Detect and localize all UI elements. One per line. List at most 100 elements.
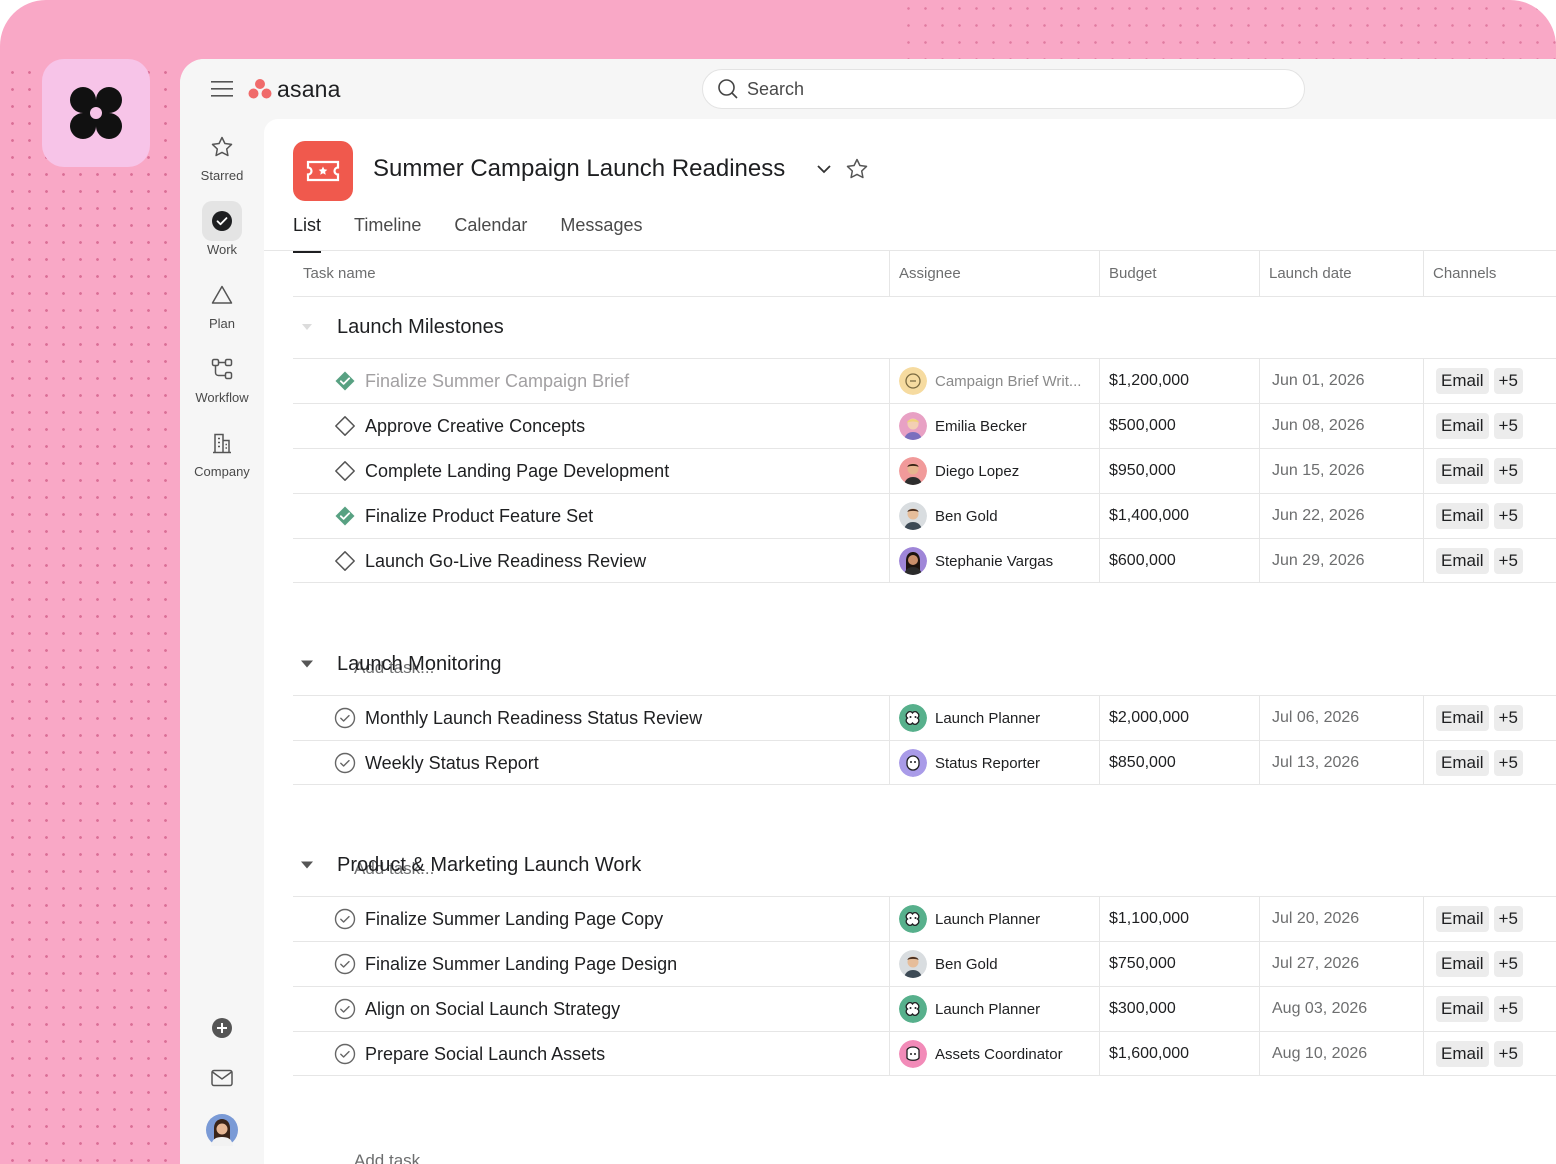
channel-chip[interactable]: Email xyxy=(1436,906,1489,932)
task-row[interactable]: Monthly Launch Readiness Status Review La… xyxy=(293,695,1556,740)
section-toggle[interactable] xyxy=(292,659,322,669)
budget-cell[interactable]: $1,100,000 xyxy=(1109,897,1259,941)
asana-logo[interactable]: asana xyxy=(248,75,341,103)
assignee-cell[interactable]: Stephanie Vargas xyxy=(899,539,1099,583)
budget-cell[interactable]: $1,600,000 xyxy=(1109,1032,1259,1076)
channel-more-chip[interactable]: +5 xyxy=(1493,750,1523,776)
user-avatar[interactable] xyxy=(202,1110,242,1150)
budget-cell[interactable]: $750,000 xyxy=(1109,942,1259,986)
channel-chip[interactable]: Email xyxy=(1436,1041,1489,1067)
channel-chip[interactable]: Email xyxy=(1436,368,1489,394)
task-row[interactable]: Launch Go-Live Readiness Review Stephanie… xyxy=(293,538,1556,583)
budget-cell[interactable]: $500,000 xyxy=(1109,404,1259,448)
channel-more-chip[interactable]: +5 xyxy=(1493,705,1523,731)
check-circle-icon[interactable] xyxy=(334,707,356,729)
task-cell[interactable]: Finalize Summer Landing Page Design xyxy=(334,942,889,986)
check-circle-icon[interactable] xyxy=(334,998,356,1020)
channels-cell[interactable]: Email +5 xyxy=(1436,359,1556,403)
task-cell[interactable]: Weekly Status Report xyxy=(334,741,889,785)
task-row[interactable]: Align on Social Launch Strategy Launch Pl… xyxy=(293,986,1556,1031)
milestone-complete-icon[interactable] xyxy=(334,370,356,392)
inbox-button[interactable] xyxy=(202,1058,242,1098)
budget-cell[interactable]: $1,200,000 xyxy=(1109,359,1259,403)
channel-more-chip[interactable]: +5 xyxy=(1493,548,1523,574)
tab-messages[interactable]: Messages xyxy=(560,215,642,251)
channels-cell[interactable]: Email +5 xyxy=(1436,942,1556,986)
launch-date-cell[interactable]: Jul 27, 2026 xyxy=(1272,942,1422,986)
assignee-cell[interactable]: Assets Coordinator xyxy=(899,1032,1099,1076)
task-row[interactable]: Finalize Summer Landing Page Copy Launch … xyxy=(293,896,1556,941)
chevron-down-icon[interactable] xyxy=(814,159,834,179)
task-row[interactable]: Finalize Product Feature Set Ben Gold $1,4… xyxy=(293,493,1556,538)
assignee-cell[interactable]: Launch Planner xyxy=(899,987,1099,1031)
task-name[interactable]: Prepare Social Launch Assets xyxy=(365,1044,605,1065)
launch-date-cell[interactable]: Jun 08, 2026 xyxy=(1272,404,1422,448)
assignee-cell[interactable]: Launch Planner xyxy=(899,897,1099,941)
tab-list[interactable]: List xyxy=(293,215,322,253)
channels-cell[interactable]: Email +5 xyxy=(1436,404,1556,448)
launch-date-cell[interactable]: Jul 13, 2026 xyxy=(1272,741,1422,785)
sidebar-item-work[interactable]: Work xyxy=(180,201,264,267)
section-header[interactable]: Product & Marketing Launch Work xyxy=(293,835,641,895)
budget-cell[interactable]: $950,000 xyxy=(1109,449,1259,493)
channels-cell[interactable]: Email +5 xyxy=(1436,897,1556,941)
assignee-cell[interactable]: Emilia Becker xyxy=(899,404,1099,448)
channels-cell[interactable]: Email +5 xyxy=(1436,539,1556,583)
task-name[interactable]: Approve Creative Concepts xyxy=(365,416,585,437)
check-circle-icon[interactable] xyxy=(334,908,356,930)
task-name[interactable]: Finalize Product Feature Set xyxy=(365,506,593,527)
milestone-diamond-icon[interactable] xyxy=(334,415,356,437)
task-row[interactable]: Prepare Social Launch Assets Assets Coord… xyxy=(293,1031,1556,1076)
channels-cell[interactable]: Email +5 xyxy=(1436,987,1556,1031)
channels-cell[interactable]: Email +5 xyxy=(1436,696,1556,740)
channel-chip[interactable]: Email xyxy=(1436,951,1489,977)
task-name[interactable]: Finalize Summer Landing Page Design xyxy=(365,954,677,975)
sidebar-item-plan[interactable]: Plan xyxy=(180,275,264,341)
assignee-cell[interactable]: Ben Gold xyxy=(899,942,1099,986)
assignee-cell[interactable]: Launch Planner xyxy=(899,696,1099,740)
channel-chip[interactable]: Email xyxy=(1436,750,1489,776)
task-name[interactable]: Finalize Summer Landing Page Copy xyxy=(365,909,663,930)
launch-date-cell[interactable]: Aug 03, 2026 xyxy=(1272,987,1422,1031)
launch-date-cell[interactable]: Jun 22, 2026 xyxy=(1272,494,1422,538)
launch-date-cell[interactable]: Aug 10, 2026 xyxy=(1272,1032,1422,1076)
channel-more-chip[interactable]: +5 xyxy=(1493,1041,1523,1067)
sidebar-item-company[interactable]: Company xyxy=(180,423,264,489)
channel-more-chip[interactable]: +5 xyxy=(1493,996,1523,1022)
task-cell[interactable]: Finalize Product Feature Set xyxy=(334,494,889,538)
favorite-star-icon[interactable] xyxy=(845,157,869,181)
search-input[interactable] xyxy=(747,78,1267,100)
task-cell[interactable]: Prepare Social Launch Assets xyxy=(334,1032,889,1076)
channel-more-chip[interactable]: +5 xyxy=(1493,458,1523,484)
launch-date-cell[interactable]: Jun 15, 2026 xyxy=(1272,449,1422,493)
task-cell[interactable]: Finalize Summer Landing Page Copy xyxy=(334,897,889,941)
channel-more-chip[interactable]: +5 xyxy=(1493,906,1523,932)
project-icon[interactable] xyxy=(293,141,353,201)
sidebar-item-starred[interactable]: Starred xyxy=(180,127,264,193)
column-header-assignee[interactable]: Assignee xyxy=(889,251,1099,296)
assignee-cell[interactable]: Campaign Brief Writ... xyxy=(899,359,1099,403)
task-name[interactable]: Align on Social Launch Strategy xyxy=(365,999,620,1020)
channel-more-chip[interactable]: +5 xyxy=(1493,503,1523,529)
channel-chip[interactable]: Email xyxy=(1436,996,1489,1022)
create-button[interactable] xyxy=(202,1008,242,1048)
column-header-task[interactable]: Task name xyxy=(293,251,889,296)
channel-more-chip[interactable]: +5 xyxy=(1493,413,1523,439)
column-header-launch-date[interactable]: Launch date xyxy=(1259,251,1423,296)
budget-cell[interactable]: $300,000 xyxy=(1109,987,1259,1031)
channel-chip[interactable]: Email xyxy=(1436,548,1489,574)
assignee-cell[interactable]: Ben Gold xyxy=(899,494,1099,538)
task-row[interactable]: Finalize Summer Campaign Brief Campaign B… xyxy=(293,358,1556,403)
tab-timeline[interactable]: Timeline xyxy=(354,215,421,251)
task-cell[interactable]: Align on Social Launch Strategy xyxy=(334,987,889,1031)
task-cell[interactable]: Monthly Launch Readiness Status Review xyxy=(334,696,889,740)
budget-cell[interactable]: $1,400,000 xyxy=(1109,494,1259,538)
budget-cell[interactable]: $600,000 xyxy=(1109,539,1259,583)
task-name[interactable]: Monthly Launch Readiness Status Review xyxy=(365,708,702,729)
section-toggle[interactable] xyxy=(292,322,322,332)
channel-more-chip[interactable]: +5 xyxy=(1493,368,1523,394)
task-name[interactable]: Complete Landing Page Development xyxy=(365,461,669,482)
task-row[interactable]: Finalize Summer Landing Page Design Ben G… xyxy=(293,941,1556,986)
task-name[interactable]: Weekly Status Report xyxy=(365,753,539,774)
check-circle-icon[interactable] xyxy=(334,953,356,975)
